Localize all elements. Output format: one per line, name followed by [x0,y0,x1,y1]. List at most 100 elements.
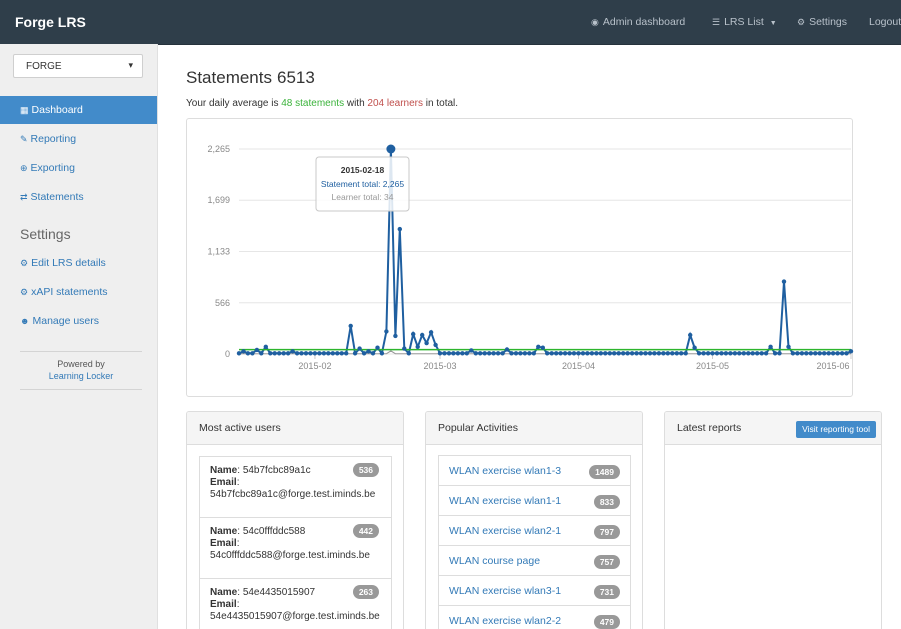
statement-point [558,351,563,356]
list-item[interactable]: Name: 54c0fffddc588 Email: 54c0fffddc588… [200,518,391,579]
statement-point [321,351,327,356]
statement-point [303,351,309,356]
settings-link[interactable]: ⚙ Settings [797,16,847,28]
daily-summary: Your daily average is 48 statements with… [186,98,458,109]
statements-chart[interactable]: 2,265 1,699 1,133 566 0 2015-02 2015-03 2015-04… [187,119,854,398]
caret-down-icon: ▼ [769,20,777,27]
activity-link[interactable]: WLAN exercise wlan2-1 [449,525,561,537]
statement-point [813,351,818,356]
summary-middle: with [346,98,365,109]
statement-point [397,226,402,232]
statement-point [433,342,438,348]
statement-point [531,351,536,356]
sidebar-item-edit-lrs-details[interactable]: ⚙ Edit LRS details [0,249,157,277]
count-badge: 833 [593,495,620,509]
statement-point [759,351,764,356]
statement-point [719,351,724,356]
sidebar-item-label: Statements [30,191,84,203]
list-item[interactable]: WLAN exercise wlan3-1 731 [439,576,630,606]
statement-point [460,351,465,356]
sidebar-item-dashboard[interactable]: ▦ Dashboard [0,96,157,124]
statement-point [848,349,854,354]
sidebar-item-exporting[interactable]: ⊕ Exporting [0,154,157,182]
visit-reporting-tool-button[interactable]: Visit reporting tool [796,421,876,438]
brand-logo[interactable]: Forge LRS [15,14,86,30]
activity-link[interactable]: WLAN course page [449,555,540,567]
statement-point [509,351,514,356]
panel-header: Latest reports Visit reporting tool [665,412,881,445]
statement-point [835,351,840,356]
statement-count: 6513 [277,68,315,87]
count-badge: 757 [593,555,620,569]
statement-point [259,351,264,356]
activity-link[interactable]: WLAN exercise wlan1-1 [449,495,561,507]
statement-point [487,351,492,356]
statement-point [741,351,746,356]
statement-point [804,351,809,356]
list-item[interactable]: WLAN exercise wlan2-1 797 [439,516,630,546]
panel-title: Latest reports [677,422,742,434]
chart-tooltip: 2015-02-18 Statement total: 2,265 Learne… [315,156,410,212]
statement-point [795,351,800,356]
panel-title: Popular Activities [426,412,642,445]
pencil-icon: ✎ [20,134,28,144]
sidebar-item-statements[interactable]: ⇄ Statements [0,183,157,211]
tooltip-date: 2015-02-18 [341,165,385,175]
logout-link[interactable]: Logout [869,16,901,28]
statement-point [326,351,331,356]
statement-point [536,344,541,349]
summary-learners: 204 learners [367,98,424,109]
statement-point [571,351,577,356]
statement-point [263,344,268,349]
list-item[interactable]: WLAN course page 757 [439,546,630,576]
list-item[interactable]: WLAN exercise wlan1-3 1489 [439,456,630,486]
sidebar-item-xapi-statements[interactable]: ⚙ xAPI statements [0,278,157,306]
activity-link[interactable]: WLAN exercise wlan1-3 [449,465,561,477]
statement-point [562,351,568,356]
email-label: Email [210,599,237,610]
statement-point [379,351,385,356]
sidebar-item-reporting[interactable]: ✎ Reporting [0,125,157,153]
statement-point [701,351,706,356]
most-active-users-panel: Most active users Name: 54b7fcbc89a1c Em… [186,411,404,629]
admin-dashboard-link[interactable]: ◉ Admin dashboard [591,16,685,28]
latest-reports-panel: Latest reports Visit reporting tool [664,411,882,629]
users-icon: ☻ [20,316,30,326]
learning-locker-link[interactable]: Learning Locker [49,371,114,381]
statement-point [245,351,251,356]
powered-by: Powered by Learning Locker [20,358,142,382]
sidebar-item-manage-users[interactable]: ☻ Manage users [0,307,157,335]
activity-link[interactable]: WLAN exercise wlan2-2 [449,615,561,627]
statement-point [679,351,684,356]
sidebar: FORGE ▾ ▦ Dashboard ✎ Reporting ⊕ Exporting… [0,44,158,629]
active-users-list: Name: 54b7fcbc89a1c Email: 54b7fcbc89a1c… [199,456,392,629]
sidebar-item-label: Dashboard [31,104,83,116]
count-badge: 1489 [589,465,620,479]
statement-point [308,351,313,356]
statement-point [518,351,523,356]
statement-point [491,351,496,356]
lrs-select[interactable]: FORGE ▾ [13,54,143,78]
list-item[interactable]: WLAN exercise wlan2-2 479 [439,606,630,629]
statement-point [420,332,425,338]
statement-point [799,351,805,356]
x-tick-label: 2015-04 [562,361,595,371]
statement-point [549,351,554,356]
statement-point [826,351,831,356]
statement-point [763,351,769,356]
activities-list: WLAN exercise wlan1-3 1489 WLAN exercise … [438,455,631,629]
list-item[interactable]: Name: 54b7fcbc89a1c Email: 54b7fcbc89a1c… [200,457,391,518]
statement-point [580,351,586,356]
statement-point [638,351,644,356]
statement-point [428,330,434,335]
user-email-label-line: Email: [210,538,240,549]
activity-link[interactable]: WLAN exercise wlan3-1 [449,585,561,597]
lrs-list-dropdown[interactable]: ☰ LRS List ▼ [712,16,777,28]
list-item[interactable]: WLAN exercise wlan1-1 833 [439,486,630,516]
list-item[interactable]: Name: 54e4435015907 Email: 54e4435015907… [200,579,391,629]
bar-chart-icon: ▦ [20,105,29,115]
statement-point [674,351,679,356]
statement-point [786,344,791,349]
statement-point [612,351,617,356]
statement-point [348,323,353,329]
